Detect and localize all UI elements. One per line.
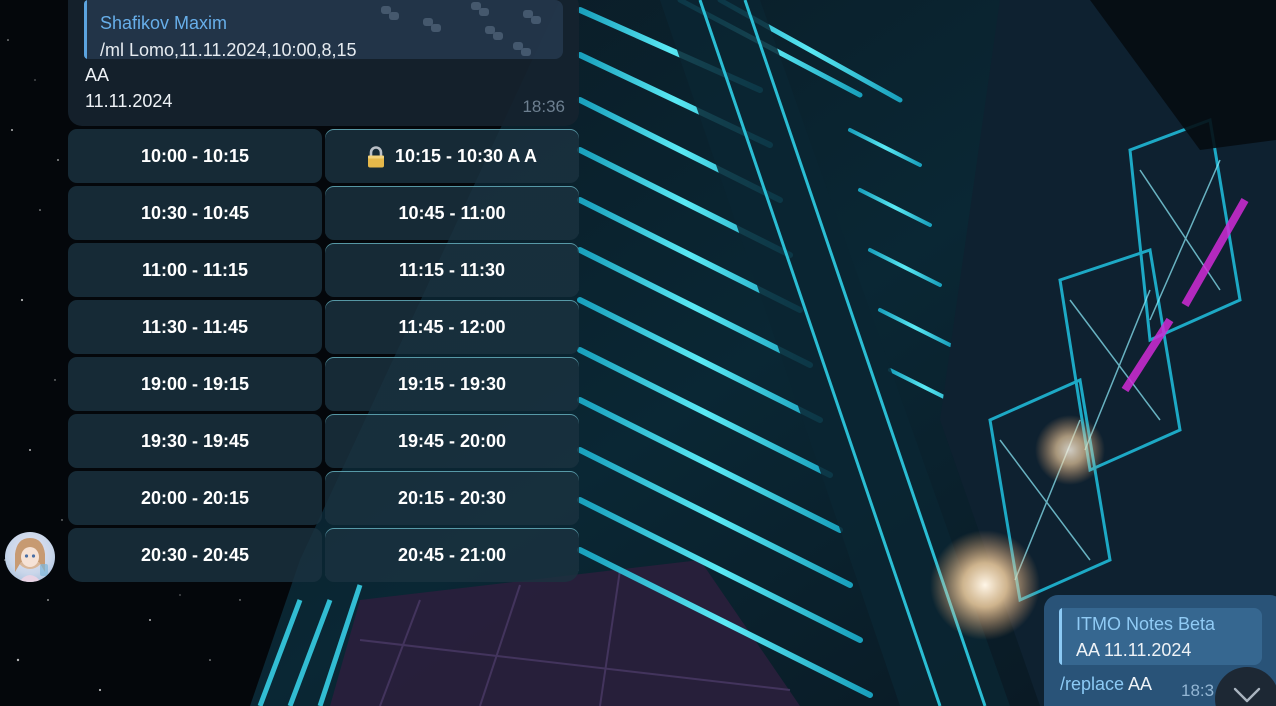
slot-button-label: 19:30 - 19:45: [140, 430, 250, 451]
slot-button[interactable]: 11:45 - 12:00: [325, 300, 579, 354]
slot-button[interactable]: 19:45 - 20:00: [325, 414, 579, 468]
bot-command-link[interactable]: /replace: [1060, 674, 1124, 694]
slot-button[interactable]: 10:30 - 10:45: [68, 186, 322, 240]
reply-preview[interactable]: ITMO Notes Beta AA 11.11.2024: [1059, 608, 1262, 665]
slot-button-label: 19:15 - 19:30: [397, 373, 507, 394]
python-logo-pattern: [381, 2, 541, 56]
reply-text: /ml Lomo,11.11.2024,10:00,8,15: [100, 40, 357, 59]
reply-author: ITMO Notes Beta: [1076, 614, 1216, 634]
slot-button[interactable]: 10:45 - 11:00: [325, 186, 579, 240]
slot-button-locked[interactable]: 10:15 - 10:30 A A: [325, 129, 579, 183]
lock-icon: [367, 146, 385, 168]
reply-author: Shafikov Maxim: [100, 13, 228, 33]
slot-button-label: 10:45 - 11:00: [398, 202, 506, 223]
slot-button[interactable]: 11:15 - 11:30: [325, 243, 579, 297]
slot-button-label: 20:30 - 20:45: [140, 544, 250, 565]
slot-button[interactable]: 19:15 - 19:30: [325, 357, 579, 411]
reply-text: AA 11.11.2024: [1076, 640, 1192, 660]
slot-button[interactable]: 19:00 - 19:15: [68, 357, 322, 411]
slot-button-label: 20:15 - 20:30: [397, 487, 507, 508]
slot-button-label: 11:15 - 11:30: [398, 259, 506, 280]
reply-accent-bar: [84, 0, 87, 59]
slot-button-label: 10:15 - 10:30 A A: [394, 145, 538, 166]
slot-button[interactable]: 20:15 - 20:30: [325, 471, 579, 525]
slot-button[interactable]: 20:30 - 20:45: [68, 528, 322, 582]
slot-button-label: 11:00 - 11:15: [141, 259, 249, 280]
slot-button-label: 19:00 - 19:15: [140, 373, 250, 394]
slot-button[interactable]: 10:00 - 10:15: [68, 129, 322, 183]
slot-button[interactable]: 20:00 - 20:15: [68, 471, 322, 525]
slot-button[interactable]: 11:00 - 11:15: [68, 243, 322, 297]
slot-button-label: 11:30 - 11:45: [141, 316, 249, 337]
command-argument: AA: [1124, 674, 1153, 694]
message-text-line: /replace AA: [1060, 674, 1152, 695]
slot-button-label: 20:00 - 20:15: [140, 487, 250, 508]
incoming-message[interactable]: Shafikov Maxim /ml Lomo,11.11.2024,10:00…: [68, 0, 579, 126]
slot-button[interactable]: 19:30 - 19:45: [68, 414, 322, 468]
message-timestamp: 18:3: [1181, 681, 1215, 700]
slot-button[interactable]: 11:30 - 11:45: [68, 300, 322, 354]
slot-button-label: 19:45 - 20:00: [397, 430, 507, 451]
avatar[interactable]: [5, 532, 55, 582]
chevron-down-icon: [1233, 687, 1261, 703]
slot-button-label: 10:00 - 10:15: [140, 145, 250, 166]
slot-button[interactable]: 20:45 - 21:00: [325, 528, 579, 582]
slot-button-label: 20:45 - 21:00: [397, 544, 507, 565]
reply-preview[interactable]: Shafikov Maxim /ml Lomo,11.11.2024,10:00…: [84, 0, 563, 59]
slot-button-label: 11:45 - 12:00: [398, 316, 506, 337]
message-timestamp: 18:36: [522, 97, 565, 116]
slot-button-label: 10:30 - 10:45: [140, 202, 250, 223]
message-text-line: AA: [85, 65, 110, 85]
reply-accent-bar: [1059, 608, 1062, 665]
message-text-line: 11.11.2024: [85, 91, 173, 111]
